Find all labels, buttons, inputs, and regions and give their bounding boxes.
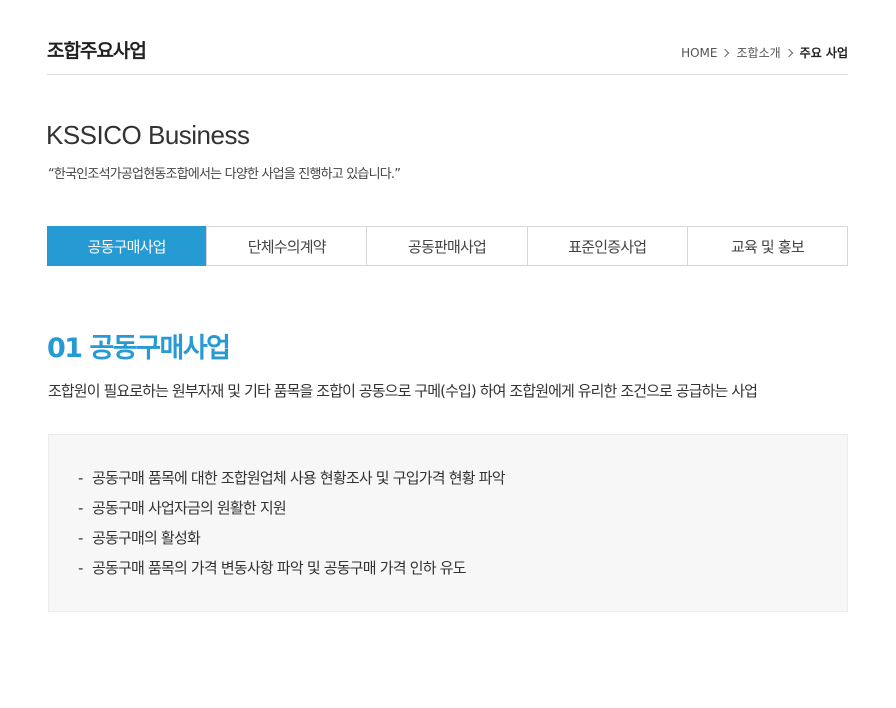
list-item-text: 공동구매 사업자금의 원활한 지원 bbox=[92, 499, 287, 517]
page-header: 조합주요사업 HOME 조합소개 주요 사업 bbox=[47, 34, 848, 75]
list-item: - 공동구매 품목에 대한 조합원업체 사용 현황조사 및 구입가격 현황 파악 bbox=[78, 467, 847, 497]
breadcrumb-home[interactable]: HOME bbox=[681, 46, 717, 60]
list-item: - 공동구매 품목의 가격 변동사항 파악 및 공동구매 가격 인하 유도 bbox=[78, 557, 847, 587]
list-item: - 공동구매 사업자금의 원활한 지원 bbox=[78, 497, 847, 527]
chevron-right-icon bbox=[721, 48, 730, 57]
detail-box: - 공동구매 품목에 대한 조합원업체 사용 현황조사 및 구입가격 현황 파악 … bbox=[48, 434, 848, 612]
dash-bullet: - bbox=[78, 559, 83, 577]
tab-joint-purchase[interactable]: 공동구매사업 bbox=[47, 226, 207, 266]
breadcrumb-about[interactable]: 조합소개 bbox=[736, 44, 780, 61]
tab-joint-sales[interactable]: 공동판매사업 bbox=[366, 227, 526, 265]
list-item-text: 공동구매 품목의 가격 변동사항 파악 및 공동구매 가격 인하 유도 bbox=[92, 559, 467, 577]
intro-title: KSSICO Business bbox=[46, 120, 250, 150]
intro-subtitle: “한국인조석가공업현동조합에서는 다양한 사업을 진행하고 있습니다.” bbox=[48, 167, 401, 182]
tab-education-promotion[interactable]: 교육 및 홍보 bbox=[686, 227, 847, 265]
dash-bullet: - bbox=[78, 529, 83, 547]
list-item-text: 공동구매의 활성화 bbox=[92, 529, 201, 547]
section-description: 조합원이 필요로하는 원부자재 및 기타 품목을 조합이 공동으로 구메(수입)… bbox=[48, 382, 758, 400]
tab-group-contract[interactable]: 단체수의계약 bbox=[206, 227, 366, 265]
business-tabs: 공동구매사업 단체수의계약 공동판매사업 표준인증사업 교육 및 홍보 bbox=[47, 226, 848, 266]
chevron-right-icon bbox=[784, 48, 793, 57]
list-item-text: 공동구매 품목에 대한 조합원업체 사용 현황조사 및 구입가격 현황 파악 bbox=[92, 469, 506, 487]
list-item: - 공동구매의 활성화 bbox=[78, 527, 847, 557]
page-title: 조합주요사업 bbox=[47, 40, 147, 62]
breadcrumb-current: 주요 사업 bbox=[799, 46, 848, 60]
section-title: 01 공동구매사업 bbox=[47, 333, 231, 364]
dash-bullet: - bbox=[78, 469, 83, 487]
detail-list: - 공동구매 품목에 대한 조합원업체 사용 현황조사 및 구입가격 현황 파악 … bbox=[49, 435, 847, 587]
breadcrumb: HOME 조합소개 주요 사업 bbox=[681, 44, 848, 61]
tab-standard-certification[interactable]: 표준인증사업 bbox=[526, 227, 687, 265]
dash-bullet: - bbox=[78, 499, 83, 517]
